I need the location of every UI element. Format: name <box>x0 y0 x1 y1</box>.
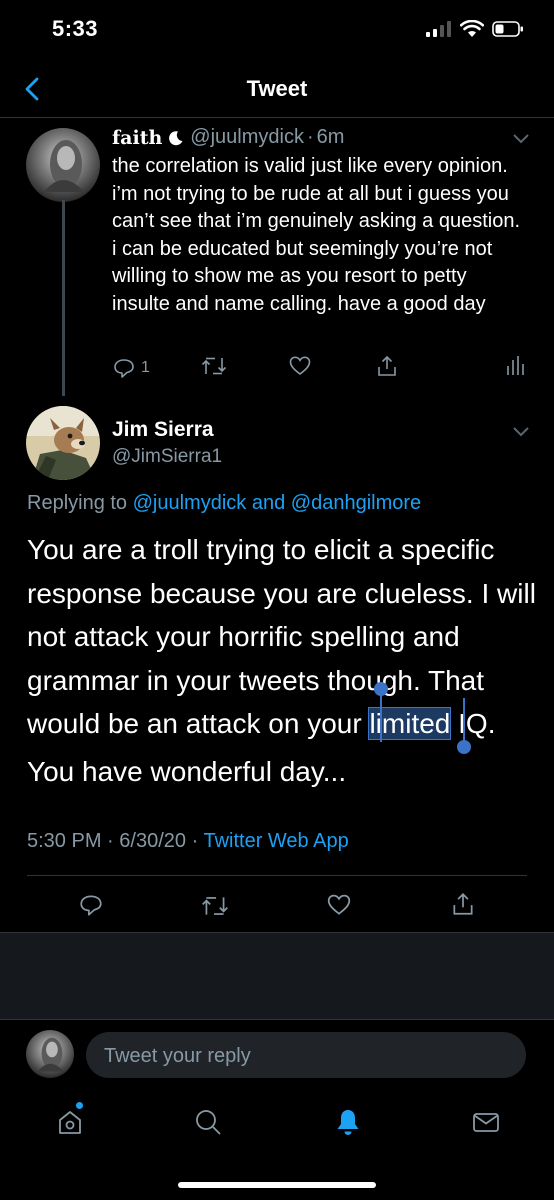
selection-end-handle[interactable] <box>457 740 471 754</box>
retweet-button[interactable] <box>200 893 230 919</box>
reply-box[interactable] <box>86 1032 526 1080</box>
messages-icon <box>473 1113 499 1132</box>
thread-line <box>62 200 65 396</box>
parent-author-name[interactable]: faith <box>112 127 162 149</box>
share-button[interactable] <box>450 891 476 917</box>
tab-home[interactable] <box>50 1102 90 1142</box>
search-icon <box>196 1110 221 1135</box>
share-icon <box>453 893 473 915</box>
parent-share-button[interactable] <box>375 354 399 382</box>
home-indicator <box>178 1182 376 1188</box>
chevron-down-icon <box>513 134 529 144</box>
wifi-icon <box>460 20 484 38</box>
status-time: 5:33 <box>52 16 99 41</box>
divider <box>0 1019 554 1020</box>
selection-end-bar <box>463 698 465 744</box>
tweet-meta: 5:30 PM · 6/30/20 · Twitter Web App <box>27 830 349 853</box>
tab-notifications[interactable] <box>328 1102 368 1142</box>
reply-count: 1 <box>141 359 150 376</box>
replying-user-link[interactable]: @danhgilmore <box>291 492 421 514</box>
separator-dot: · <box>107 830 114 852</box>
tweet-time: 5:30 PM <box>27 830 102 852</box>
parent-tweet-age: 6m <box>316 126 345 148</box>
tab-messages[interactable] <box>466 1102 506 1142</box>
tweet-more-button[interactable] <box>510 420 532 442</box>
parent-analytics-button[interactable] <box>505 354 525 382</box>
replying-prefix: Replying to <box>27 492 128 514</box>
parent-more-button[interactable] <box>510 127 532 149</box>
notification-dot <box>76 1102 83 1109</box>
page-title: Tweet <box>246 76 308 101</box>
tweet-text[interactable]: You are a troll trying to elicit a speci… <box>27 528 537 746</box>
reply-input[interactable] <box>102 1032 506 1080</box>
like-icon <box>289 356 311 376</box>
replying-to: Replying to @juulmydick and @danhgilmore <box>27 492 421 515</box>
selection-start-bar <box>380 694 382 742</box>
parent-header: faith @juulmydick · 6m <box>112 126 344 149</box>
home-icon <box>59 1111 81 1134</box>
battery-icon <box>492 21 524 37</box>
parent-avatar[interactable] <box>26 128 100 202</box>
analytics-icon <box>507 356 524 375</box>
divider <box>27 875 527 876</box>
replying-user-link[interactable]: @juulmydick <box>133 492 247 514</box>
my-avatar[interactable] <box>26 1030 74 1078</box>
reply-icon <box>112 356 136 380</box>
share-icon <box>378 355 396 376</box>
status-icons <box>426 20 524 38</box>
cellular-signal-icon <box>426 21 452 37</box>
tweet-text-segment: IQ. <box>450 708 496 739</box>
tweet-source-link[interactable]: Twitter Web App <box>203 830 348 852</box>
like-icon <box>327 894 351 915</box>
replying-and[interactable]: and <box>252 492 285 514</box>
notifications-icon <box>337 1110 359 1135</box>
author-name[interactable]: Jim Sierra <box>112 418 214 442</box>
separator-dot: · <box>306 126 314 148</box>
parent-like-button[interactable] <box>288 354 312 382</box>
tab-search[interactable] <box>188 1102 228 1142</box>
tweet-text-second: You have wonderful day... <box>27 756 347 787</box>
like-button[interactable] <box>326 892 352 918</box>
parent-author-handle[interactable]: @juulmydick <box>190 126 304 149</box>
parent-tweet-text: the correlation is valid just like every… <box>112 155 521 315</box>
empty-area <box>0 933 554 1019</box>
reply-button[interactable] <box>78 892 104 918</box>
author-avatar[interactable] <box>26 406 100 480</box>
author-handle[interactable]: @JimSierra1 <box>112 446 222 468</box>
chevron-down-icon <box>513 427 529 437</box>
parent-retweet-button[interactable] <box>200 354 228 382</box>
reply-icon <box>80 895 102 916</box>
moon-icon <box>168 130 184 146</box>
parent-reply-button[interactable]: 1 <box>112 354 150 382</box>
divider <box>0 117 554 118</box>
retweet-icon <box>202 897 228 915</box>
separator-dot: · <box>191 830 199 852</box>
retweet-icon <box>201 357 227 375</box>
tweet-date: 6/30/20 <box>119 830 187 852</box>
